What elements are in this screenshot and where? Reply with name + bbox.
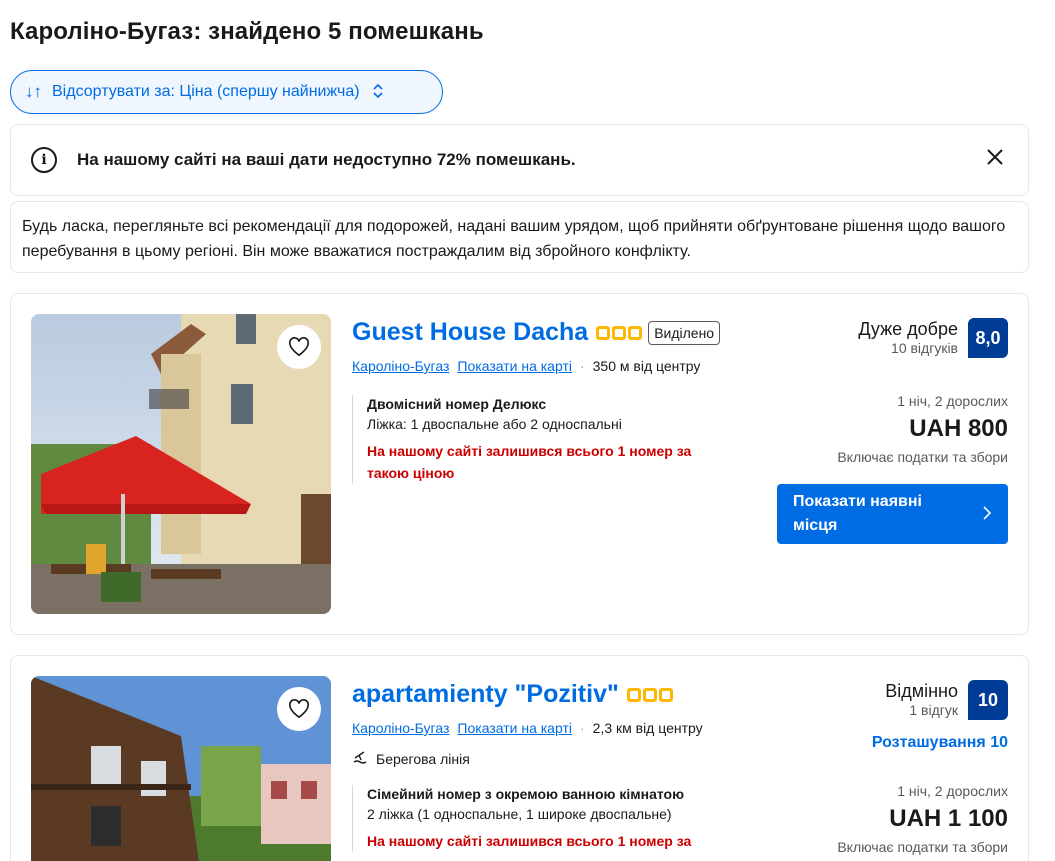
- location-score: Розташування 10: [871, 734, 1008, 751]
- property-card: Guest House Dacha Виділено Кароліно-Буга…: [10, 293, 1029, 635]
- close-icon[interactable]: [986, 147, 1004, 171]
- property-photo[interactable]: [31, 676, 331, 861]
- taxes-note: Включає податки та збори: [837, 839, 1008, 855]
- price-block: 1 ніч, 2 дорослих UAH 1 100 Включає пода…: [837, 783, 1008, 855]
- favorite-button[interactable]: [277, 687, 321, 731]
- review-score[interactable]: Дуже добре 10 відгуків 8,0: [858, 318, 1008, 358]
- score-badge: 10: [968, 680, 1008, 720]
- star-rating: [626, 687, 673, 702]
- property-photo[interactable]: [31, 314, 331, 614]
- heart-icon: [289, 337, 309, 357]
- star-icon: [642, 687, 657, 702]
- room-beds: 2 ліжка (1 односпальне, 1 широке двоспал…: [367, 806, 672, 822]
- price: UAH 1 100: [889, 805, 1008, 832]
- separator-dot: ·: [579, 720, 585, 736]
- heart-icon: [289, 699, 309, 719]
- beach-icon: [352, 748, 370, 769]
- review-count: 1 відгук: [909, 702, 958, 718]
- location-line: Кароліно-Бугаз Показати на карті · 350 м…: [352, 358, 700, 374]
- score-badge: 8,0: [968, 318, 1008, 358]
- scarcity-warning: На нашому сайті залишився всього 1 номер…: [367, 443, 692, 481]
- location-link[interactable]: Кароліно-Бугаз: [352, 358, 449, 374]
- sort-label: Відсортувати за: Ціна (спершу найнижча): [52, 83, 360, 100]
- rating-word: Дуже добре: [858, 319, 958, 339]
- beachfront-feature: Берегова лінія: [352, 748, 470, 769]
- sort-arrows-icon: ↓↑: [25, 82, 42, 101]
- page-title: Кароліно-Бугаз: знайдено 5 помешкань: [10, 18, 484, 45]
- property-title[interactable]: Guest House Dacha Виділено: [352, 318, 721, 347]
- show-on-map-link[interactable]: Показати на карті: [457, 720, 572, 736]
- review-count: 10 відгуків: [891, 340, 958, 356]
- location-link[interactable]: Кароліно-Бугаз: [352, 720, 449, 736]
- room-info: Сімейний номер з окремою ванною кімнатою…: [352, 785, 732, 852]
- property-title[interactable]: apartamienty "Pozitiv": [352, 680, 673, 709]
- property-name[interactable]: apartamienty "Pozitiv": [352, 680, 619, 709]
- show-on-map-link[interactable]: Показати на карті: [457, 358, 572, 374]
- travel-advisory: Будь ласка, перегляньте всі рекомендації…: [10, 201, 1029, 273]
- separator-dot: ·: [579, 358, 585, 374]
- rating-word: Відмінно: [885, 681, 958, 701]
- distance: 2,3 км від центру: [592, 720, 703, 736]
- price: UAH 800: [909, 415, 1008, 442]
- star-rating: [596, 325, 643, 340]
- availability-notice: i На нашому сайті на ваші дати недоступн…: [10, 124, 1029, 196]
- cta-label: Показати наявні місця: [793, 493, 922, 534]
- chevron-right-icon: [982, 502, 992, 526]
- featured-badge: Виділено: [648, 320, 721, 345]
- stay-details: 1 ніч, 2 дорослих: [897, 783, 1008, 799]
- show-availability-button[interactable]: Показати наявні місця: [777, 484, 1008, 544]
- distance: 350 м від центру: [592, 358, 701, 374]
- sort-button[interactable]: ↓↑ Відсортувати за: Ціна (спершу найнижч…: [10, 70, 443, 114]
- star-icon: [612, 325, 627, 340]
- notice-text: На нашому сайті на ваші дати недоступно …: [77, 150, 576, 169]
- info-icon: i: [31, 147, 57, 173]
- scarcity-warning: На нашому сайті залишився всього 1 номер…: [367, 833, 692, 849]
- room-name: Двомісний номер Делюкс: [367, 396, 547, 412]
- room-name: Сімейний номер з окремою ванною кімнатою: [367, 786, 685, 802]
- feature-label: Берегова лінія: [376, 750, 470, 767]
- property-name[interactable]: Guest House Dacha: [352, 318, 588, 347]
- chevron-updown-icon: [372, 83, 384, 102]
- favorite-button[interactable]: [277, 325, 321, 369]
- price-block: 1 ніч, 2 дорослих UAH 800 Включає податк…: [837, 393, 1008, 465]
- stay-details: 1 ніч, 2 дорослих: [897, 393, 1008, 409]
- room-info: Двомісний номер Делюкс Ліжка: 1 двоспаль…: [352, 395, 732, 484]
- star-icon: [658, 687, 673, 702]
- star-icon: [628, 325, 643, 340]
- room-beds: Ліжка: 1 двоспальне або 2 односпальні: [367, 416, 622, 432]
- review-score[interactable]: Відмінно 1 відгук 10: [885, 680, 1008, 720]
- taxes-note: Включає податки та збори: [837, 449, 1008, 465]
- star-icon: [626, 687, 641, 702]
- location-line: Кароліно-Бугаз Показати на карті · 2,3 к…: [352, 720, 703, 736]
- property-card: apartamienty "Pozitiv" Кароліно-Бугаз По…: [10, 655, 1029, 861]
- star-icon: [596, 325, 611, 340]
